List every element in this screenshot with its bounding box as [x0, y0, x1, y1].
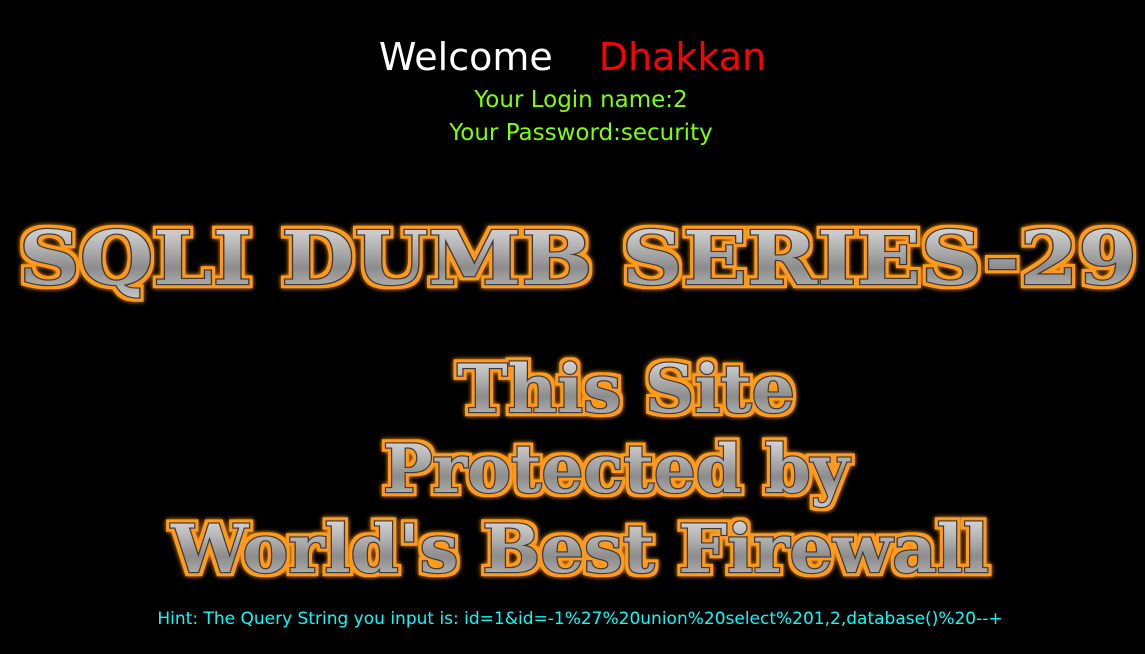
series-title: SQLI DUMB SERIES-29: [19, 216, 1137, 302]
firewall-line-3: World's Best Firewall: [170, 510, 989, 588]
firewall-line-2: Protected by: [383, 430, 851, 508]
query-hint: Hint: The Query String you input is: id=…: [157, 609, 1003, 629]
banner-graphic: SQLI DUMB SERIES-29 This Site Protected …: [18, 215, 1139, 590]
firewall-line-1: This Site: [457, 350, 795, 428]
